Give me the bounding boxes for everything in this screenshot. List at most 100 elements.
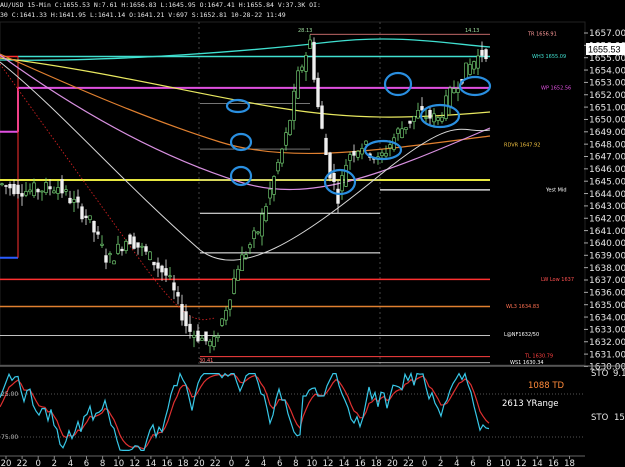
- candle-body: [384, 152, 388, 157]
- candle-body: [300, 66, 304, 71]
- price-tick-label: 1638.00: [589, 264, 625, 274]
- price-chart[interactable]: 28.13 14.13 TR 1656.91 WH3 1655.09 WP 1652.5…: [0, 0, 625, 467]
- level-label: WL3 1634.83: [506, 304, 539, 310]
- time-tick-label: 18: [564, 459, 575, 467]
- candle-body: [96, 231, 100, 235]
- time-tick-label: 4: [261, 459, 266, 467]
- time-tick-label: 0: [229, 459, 234, 467]
- time-tick-label: 20: [1, 459, 12, 467]
- level-label: LW Low 1637: [541, 277, 574, 283]
- candle-body: [440, 116, 444, 122]
- candle-body: [196, 330, 200, 342]
- time-tick-label: 16: [548, 459, 559, 467]
- candle-body: [260, 213, 264, 237]
- annotation-circle: [225, 98, 251, 114]
- candle-body: [472, 61, 476, 70]
- price-tick-label: 1639.00: [589, 252, 625, 262]
- time-tick-label: 6: [470, 459, 475, 467]
- candle-body: [284, 132, 288, 146]
- price-tick-label: 1655.00: [589, 54, 625, 64]
- candle-body: [416, 109, 420, 119]
- candle-body: [332, 173, 336, 182]
- time-tick-label: 2: [438, 459, 443, 467]
- candle-body: [204, 331, 208, 342]
- candle-body: [68, 197, 72, 204]
- violet-ma: [0, 54, 491, 191]
- candle-body: [188, 323, 192, 332]
- level-label: Yest Mid: [545, 187, 567, 193]
- candle-body: [16, 184, 20, 194]
- red-dotted-ma: [0, 63, 216, 321]
- candle-body: [288, 120, 292, 135]
- candle-body: [124, 241, 128, 251]
- candle-body: [356, 150, 360, 158]
- candle-body: [84, 215, 88, 218]
- time-tick-label: 2: [52, 459, 57, 467]
- candle-body: [172, 282, 176, 291]
- candle-body: [148, 251, 152, 261]
- stoch-d-line: [0, 373, 490, 450]
- candle-body: [424, 117, 428, 119]
- time-tick-label: 4: [454, 459, 459, 467]
- stoch-value-top: 9.1: [613, 369, 625, 379]
- candle-body: [216, 335, 220, 339]
- level-label: TL 1630.79: [524, 353, 553, 359]
- stoch-value-bottom: 15: [614, 413, 625, 423]
- candle-body: [104, 255, 108, 263]
- candle-body: [444, 95, 448, 119]
- level-label: RDVR 1647.92: [504, 142, 540, 148]
- candle-body: [264, 206, 268, 222]
- candle-body: [224, 310, 228, 321]
- candle-body: [48, 186, 52, 190]
- candle-body: [220, 318, 224, 326]
- candle-body: [132, 236, 136, 249]
- candle-body: [380, 152, 384, 156]
- price-tick-label: 1643.00: [589, 202, 625, 212]
- candle-body: [436, 117, 440, 121]
- price-tick-label: 1654.00: [589, 66, 625, 76]
- price-tick-label: 1651.00: [589, 103, 625, 113]
- candle-body: [232, 277, 236, 294]
- candle-body: [64, 189, 68, 192]
- candle-body: [256, 231, 260, 234]
- candle-body: [280, 148, 284, 164]
- candle-body: [144, 246, 148, 252]
- price-tick-label: 1649.00: [589, 128, 625, 138]
- main-panel-frame: [0, 21, 586, 366]
- level-label: 14.13: [465, 28, 479, 34]
- candle-body: [396, 128, 400, 134]
- time-tick-label: 10: [306, 459, 317, 467]
- candle-body: [252, 230, 256, 239]
- time-tick-label: 18: [178, 459, 189, 467]
- candle-body: [292, 90, 296, 121]
- candle-body: [320, 105, 324, 129]
- candle-body: [168, 275, 172, 278]
- time-tick-label: 6: [84, 459, 89, 467]
- candle-body: [152, 261, 156, 266]
- price-tick-label: 1637.00: [589, 276, 625, 286]
- time-tick-label: 12: [323, 459, 334, 467]
- candle-body: [28, 189, 32, 193]
- candle-body: [272, 176, 276, 195]
- time-tick-label: 8: [293, 459, 298, 467]
- candle-body: [4, 185, 8, 187]
- candle-body: [136, 242, 140, 248]
- time-tick-label: 4: [68, 459, 73, 467]
- candle-body: [228, 299, 232, 310]
- candle-body: [344, 164, 348, 187]
- time-tick-label: 2: [245, 459, 250, 467]
- candle-body: [116, 243, 120, 254]
- time-tick-label: 20: [387, 459, 398, 467]
- stoch-tick-25: 25.00: [1, 391, 18, 398]
- price-tick-label: 1640.00: [589, 239, 625, 249]
- candle-body: [36, 189, 40, 193]
- time-tick-label: 12: [516, 459, 527, 467]
- candle-body: [72, 199, 76, 203]
- candle-body: [60, 179, 64, 194]
- candle-body: [108, 253, 112, 256]
- stoch-tick-75: 75.00: [1, 434, 18, 441]
- candle-body: [12, 184, 16, 195]
- price-tick-label: 1631.00: [589, 350, 625, 360]
- annotation-circle: [323, 168, 357, 196]
- candle-body: [128, 234, 132, 245]
